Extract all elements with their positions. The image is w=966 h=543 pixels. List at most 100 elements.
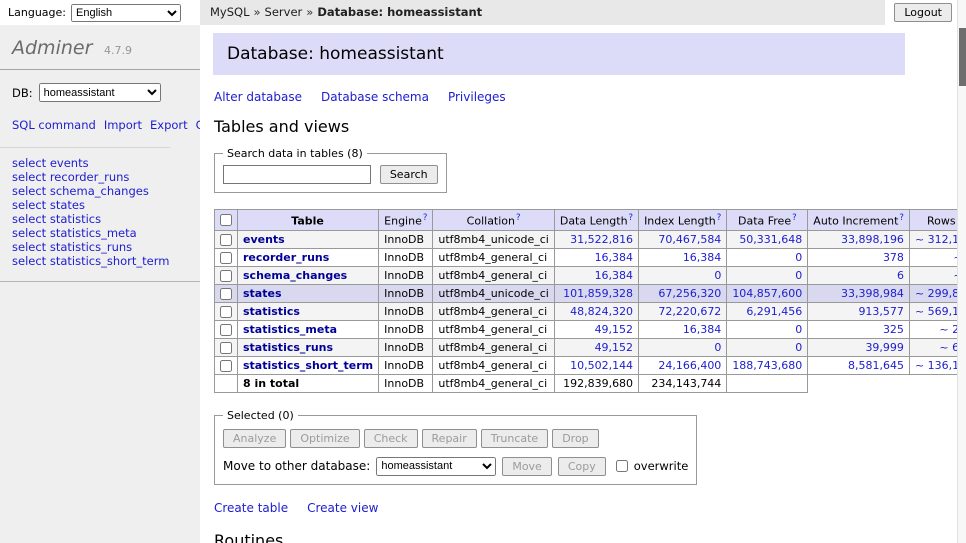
rows-count-link[interactable]: ~ 136,108 [915, 359, 957, 372]
database-action-link[interactable]: Privileges [448, 90, 506, 104]
column-help-link[interactable]: ? [516, 213, 521, 223]
rows-count-link[interactable]: ~ 244 [939, 323, 957, 336]
data-length-link[interactable]: 16,384 [595, 251, 634, 264]
create-link[interactable]: Create view [307, 501, 378, 515]
rows-count-link[interactable]: ~ 299,833 [915, 287, 957, 300]
move-db-select[interactable]: homeassistant [376, 457, 496, 476]
row-checkbox[interactable] [220, 324, 232, 336]
sidebar-action-link[interactable]: Export [150, 118, 188, 132]
bulk-action-button[interactable]: Truncate [481, 429, 548, 448]
data-free-link[interactable]: 50,331,648 [739, 233, 802, 246]
adminer-logo-link[interactable]: Adminer [12, 37, 92, 59]
row-checkbox[interactable] [220, 234, 232, 246]
move-button[interactable]: Move [502, 457, 552, 476]
sidebar-table-link[interactable]: select states [12, 199, 188, 213]
row-checkbox[interactable] [220, 270, 232, 282]
sidebar-table-link[interactable]: select statistics_short_term [12, 255, 188, 269]
overwrite-checkbox[interactable] [616, 460, 628, 472]
index-length-link[interactable]: 67,256,320 [658, 287, 721, 300]
index-length-link[interactable]: 0 [714, 341, 721, 354]
bulk-actions: AnalyzeOptimize CheckRepairTruncateDrop [223, 429, 688, 448]
rows-count-link[interactable]: ~ 569,159 [915, 305, 957, 318]
column-help-link[interactable]: ? [629, 213, 634, 223]
table-name-link[interactable]: states [243, 287, 282, 300]
column-help-link[interactable]: ? [423, 213, 428, 223]
sidebar-table-link[interactable]: select statistics_meta [12, 227, 188, 241]
data-length-link[interactable]: 49,152 [595, 341, 634, 354]
table-name-link[interactable]: statistics [243, 305, 300, 318]
select-all-checkbox[interactable] [220, 214, 232, 226]
column-help-link[interactable]: ? [899, 213, 904, 223]
database-action-link[interactable]: Database schema [321, 90, 429, 104]
data-free-link[interactable]: 0 [795, 341, 802, 354]
database-action-link[interactable]: Alter database [214, 90, 302, 104]
table-name-link[interactable]: statistics_short_term [243, 359, 373, 372]
index-length-link[interactable]: 0 [714, 269, 721, 282]
db-select[interactable]: homeassistant [39, 83, 161, 102]
rows-count-link[interactable]: ~ 628 [939, 341, 957, 354]
data-length-link[interactable]: 10,502,144 [570, 359, 633, 372]
row-checkbox[interactable] [220, 342, 232, 354]
search-input[interactable] [223, 165, 371, 184]
data-free-link[interactable]: 0 [795, 251, 802, 264]
row-checkbox[interactable] [220, 360, 232, 372]
data-free-link[interactable]: 0 [795, 269, 802, 282]
table-name-link[interactable]: events [243, 233, 285, 246]
copy-button[interactable]: Copy [558, 457, 606, 476]
rows-count-link[interactable]: ~ 312,180 [915, 233, 957, 246]
scrollbar-thumb[interactable] [959, 28, 966, 86]
auto-increment-link[interactable]: 378 [883, 251, 904, 264]
row-checkbox[interactable] [220, 306, 232, 318]
sidebar-action-link[interactable]: Import [104, 118, 142, 132]
sidebar-table-link[interactable]: select schema_changes [12, 185, 188, 199]
auto-increment-link[interactable]: 33,398,984 [841, 287, 904, 300]
language-select[interactable]: English [71, 4, 181, 22]
data-free-link[interactable]: 0 [795, 323, 802, 336]
data-length-link[interactable]: 31,522,816 [570, 233, 633, 246]
index-length-link[interactable]: 70,467,584 [658, 233, 721, 246]
sidebar-action-link[interactable]: SQL command [12, 118, 96, 132]
logout-button[interactable]: Logout [894, 3, 952, 22]
bulk-action-button[interactable]: Check [364, 429, 418, 448]
breadcrumb-link-mysql[interactable]: MySQL [210, 5, 250, 19]
auto-increment-link[interactable]: 39,999 [865, 341, 904, 354]
sidebar-table-link[interactable]: select recorder_runs [12, 171, 188, 185]
table-name-link[interactable]: recorder_runs [243, 251, 329, 264]
auto-increment-link[interactable]: 8,581,645 [848, 359, 904, 372]
auto-increment-link[interactable]: 913,577 [858, 305, 904, 318]
create-link[interactable]: Create table [214, 501, 288, 515]
auto-increment-link[interactable]: 6 [897, 269, 904, 282]
index-length-link[interactable]: 16,384 [683, 251, 722, 264]
search-button[interactable]: Search [380, 165, 438, 184]
sidebar-table-link[interactable]: select events [12, 157, 188, 171]
bulk-action-button[interactable]: Repair [422, 429, 477, 448]
auto-increment-link[interactable]: 325 [883, 323, 904, 336]
table-name-link[interactable]: statistics_runs [243, 341, 333, 354]
data-free-link[interactable]: 188,743,680 [732, 359, 802, 372]
table-name-link[interactable]: schema_changes [243, 269, 347, 282]
data-free-link[interactable]: 6,291,456 [746, 305, 802, 318]
data-length-link[interactable]: 49,152 [595, 323, 634, 336]
data-length-link[interactable]: 48,824,320 [570, 305, 633, 318]
column-help-link[interactable]: ? [792, 213, 797, 223]
sidebar-table-link[interactable]: select statistics [12, 213, 188, 227]
table-name-link[interactable]: statistics_meta [243, 323, 337, 336]
row-checkbox[interactable] [220, 252, 232, 264]
index-length-link[interactable]: 72,220,672 [658, 305, 721, 318]
scrollbar-track[interactable] [957, 0, 966, 543]
data-free-link[interactable]: 104,857,600 [732, 287, 802, 300]
data-length-link[interactable]: 16,384 [595, 269, 634, 282]
data-length-link[interactable]: 101,859,328 [563, 287, 633, 300]
sidebar-table-link[interactable]: select statistics_runs [12, 241, 188, 255]
breadcrumb-link-server[interactable]: Server [265, 5, 303, 19]
bulk-action-button[interactable]: Optimize [290, 429, 359, 448]
index-length-link[interactable]: 24,166,400 [658, 359, 721, 372]
bulk-action-button[interactable]: Analyze [223, 429, 286, 448]
bulk-action-button[interactable]: Drop [552, 429, 598, 448]
auto-increment-link[interactable]: 33,898,196 [841, 233, 904, 246]
column-help-link[interactable]: ? [717, 213, 722, 223]
index-length-link[interactable]: 16,384 [683, 323, 722, 336]
engine-cell: InnoDB [379, 284, 433, 302]
row-checkbox[interactable] [220, 288, 232, 300]
overwrite-label[interactable]: overwrite [634, 459, 689, 473]
